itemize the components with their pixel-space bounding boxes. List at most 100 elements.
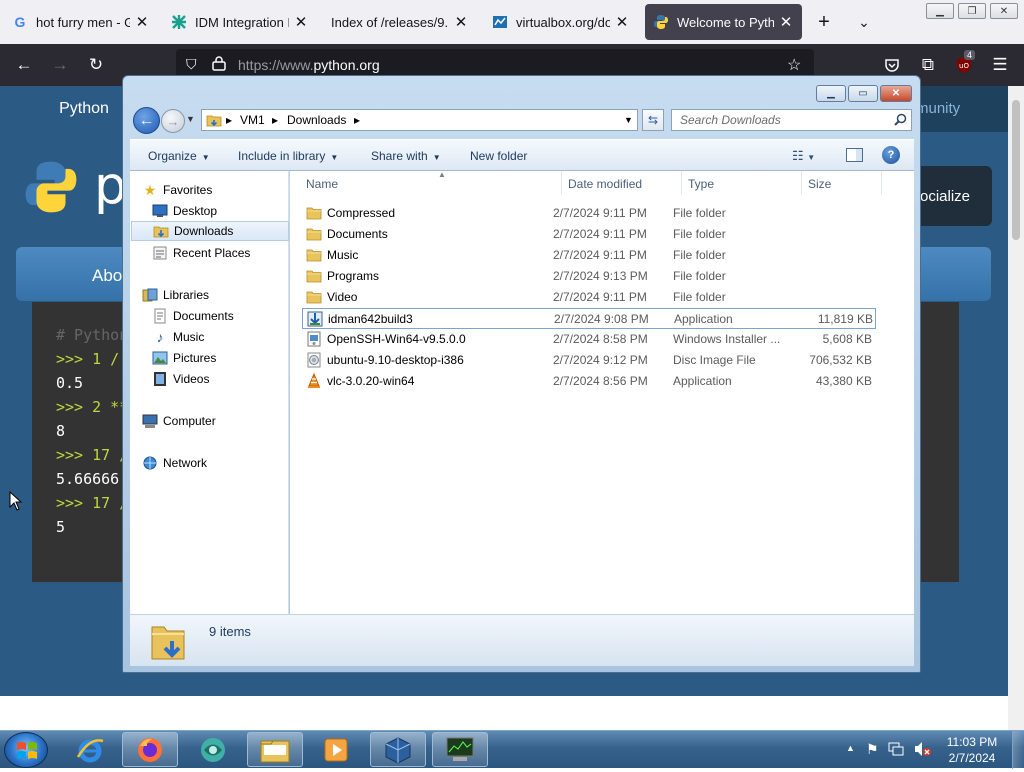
breadcrumb-vm1[interactable]: VM1 bbox=[240, 113, 265, 127]
column-header-size[interactable]: Size bbox=[802, 171, 882, 195]
column-header-name[interactable]: Name ▲ bbox=[300, 170, 562, 195]
back-button[interactable]: ← bbox=[12, 53, 36, 77]
file-row-compressed[interactable]: Compressed 2/7/2024 9:11 PM File folder bbox=[302, 203, 876, 224]
shield-icon[interactable]: ⛉ bbox=[186, 56, 197, 73]
file-row-openssh[interactable]: OpenSSH-Win64-v9.5.0.0 2/7/2024 8:58 PM … bbox=[302, 329, 876, 350]
python-logo-icon[interactable] bbox=[22, 158, 80, 219]
include-in-library-button[interactable]: Include in library ▼ bbox=[238, 149, 338, 163]
file-row-video[interactable]: Video 2/7/2024 9:11 PM File folder bbox=[302, 287, 876, 308]
file-row-idman[interactable]: idman642build3 2/7/2024 9:08 PM Applicat… bbox=[302, 308, 876, 329]
refresh-icon[interactable]: ⇆ bbox=[642, 109, 664, 131]
internet-explorer-icon[interactable] bbox=[62, 732, 118, 767]
share-with-label: Share with bbox=[371, 149, 428, 163]
close-icon[interactable]: ✕ bbox=[614, 14, 630, 31]
close-icon[interactable]: ✕ bbox=[134, 14, 150, 31]
close-icon[interactable]: ✕ bbox=[778, 14, 794, 31]
nav-pictures[interactable]: Pictures bbox=[152, 348, 310, 368]
show-hidden-icons-button[interactable]: ▲ bbox=[846, 743, 855, 753]
media-player-icon[interactable] bbox=[308, 732, 364, 767]
nav-computer[interactable]: Computer bbox=[142, 411, 300, 431]
firefox-icon[interactable] bbox=[122, 732, 178, 767]
nav-desktop[interactable]: Desktop bbox=[152, 201, 310, 221]
breadcrumb-separator[interactable]: ▸ bbox=[272, 113, 278, 127]
extensions-puzzle-icon[interactable]: ⧉ bbox=[916, 53, 940, 77]
nav-network[interactable]: Network bbox=[142, 453, 300, 473]
list-all-tabs-button[interactable]: ⌄ bbox=[852, 10, 876, 34]
new-folder-button[interactable]: New folder bbox=[470, 149, 527, 163]
share-with-button[interactable]: Share with ▼ bbox=[371, 149, 441, 163]
page-scrollbar[interactable] bbox=[1008, 86, 1024, 730]
nav-recent-places[interactable]: Recent Places bbox=[152, 243, 310, 263]
clock-date[interactable]: 2/7/2024 bbox=[942, 751, 1002, 765]
virtualbox-icon[interactable] bbox=[370, 732, 426, 767]
explorer-forward-button[interactable]: → bbox=[161, 109, 185, 133]
nav-community[interactable]: munity bbox=[916, 100, 960, 117]
volume-muted-icon[interactable] bbox=[914, 741, 932, 760]
column-header-type[interactable]: Type bbox=[682, 171, 802, 195]
sort-ascending-icon: ▲ bbox=[438, 170, 446, 179]
clock-time[interactable]: 11:03 PM bbox=[942, 735, 1002, 749]
shell-line: >>> 17 / bbox=[56, 494, 129, 512]
nav-libraries[interactable]: Libraries bbox=[142, 285, 300, 305]
file-row-documents[interactable]: Documents 2/7/2024 9:11 PM File folder bbox=[302, 224, 876, 245]
file-name: Documents bbox=[327, 227, 388, 241]
nav-downloads[interactable]: Downloads bbox=[131, 221, 289, 241]
tab-releases-index[interactable]: Index of /releases/9.10 ✕ bbox=[323, 4, 477, 40]
file-type: Application bbox=[673, 374, 732, 388]
breadcrumb-separator[interactable]: ▸ bbox=[226, 113, 232, 127]
explorer-address-bar[interactable]: ▸ VM1 ▸ Downloads ▸ ▼ bbox=[201, 109, 638, 131]
browser-close-button[interactable]: ✕ bbox=[990, 3, 1018, 19]
organize-button[interactable]: Organize ▼ bbox=[148, 149, 210, 163]
new-tab-button[interactable]: + bbox=[812, 10, 836, 34]
show-desktop-button[interactable] bbox=[1012, 731, 1024, 769]
task-manager-icon[interactable] bbox=[432, 732, 488, 767]
explorer-maximize-button[interactable]: ▭ bbox=[848, 85, 878, 102]
explorer-minimize-button[interactable]: ▁ bbox=[816, 85, 846, 102]
browser-restore-button[interactable]: ❐ bbox=[958, 3, 986, 19]
nav-music[interactable]: ♪ Music bbox=[152, 327, 310, 347]
nav-videos[interactable]: Videos bbox=[152, 369, 310, 389]
url-domain: python.org bbox=[313, 57, 380, 73]
windows-explorer-icon[interactable] bbox=[247, 732, 303, 767]
start-button[interactable] bbox=[4, 732, 48, 768]
menu-about[interactable]: Abo bbox=[92, 266, 122, 286]
address-history-dropdown[interactable]: ▼ bbox=[624, 115, 633, 125]
close-icon[interactable]: ✕ bbox=[293, 14, 309, 31]
nav-favorites[interactable]: ★ Favorites bbox=[142, 180, 300, 200]
recent-pages-dropdown[interactable]: ▼ bbox=[186, 114, 195, 124]
scrollbar-thumb[interactable] bbox=[1012, 100, 1020, 240]
ublock-origin-icon[interactable]: uO 4 bbox=[952, 50, 976, 77]
tab-google[interactable]: G hot furry men - Goo ✕ bbox=[4, 4, 158, 40]
nav-label: Recent Places bbox=[173, 246, 251, 260]
tab-virtualbox[interactable]: virtualbox.org/dow ✕ bbox=[484, 4, 638, 40]
pocket-icon[interactable] bbox=[880, 53, 904, 77]
nav-documents[interactable]: Documents bbox=[152, 306, 310, 326]
bookmark-star-icon[interactable]: ☆ bbox=[787, 55, 801, 75]
change-view-button[interactable]: ☷ ▼ bbox=[792, 148, 815, 164]
lock-icon[interactable] bbox=[212, 55, 226, 74]
search-icon[interactable] bbox=[894, 113, 907, 129]
reload-button[interactable]: ↻ bbox=[84, 53, 108, 77]
breadcrumb-downloads[interactable]: Downloads bbox=[287, 113, 346, 127]
tab-idm-integration[interactable]: IDM Integration Mo ✕ bbox=[163, 4, 317, 40]
file-row-music[interactable]: Music 2/7/2024 9:11 PM File folder bbox=[302, 245, 876, 266]
network-status-icon[interactable] bbox=[888, 741, 904, 760]
explorer-back-button[interactable]: ← bbox=[133, 107, 160, 134]
forward-button[interactable]: → bbox=[48, 53, 72, 77]
file-row-vlc[interactable]: vlc-3.0.20-win64 2/7/2024 8:56 PM Applic… bbox=[302, 371, 876, 392]
breadcrumb-separator[interactable]: ▸ bbox=[354, 113, 360, 127]
action-center-flag-icon[interactable]: ⚑ bbox=[866, 741, 879, 758]
help-icon[interactable]: ? bbox=[882, 146, 900, 164]
explorer-close-button[interactable]: ✕ bbox=[880, 85, 912, 102]
tab-python-active[interactable]: Welcome to Python ✕ bbox=[645, 4, 802, 40]
column-header-date-modified[interactable]: Date modified bbox=[562, 171, 682, 195]
file-row-programs[interactable]: Programs 2/7/2024 9:13 PM File folder bbox=[302, 266, 876, 287]
search-input[interactable]: Search Downloads bbox=[671, 109, 912, 131]
msys-icon[interactable] bbox=[185, 732, 241, 767]
close-icon[interactable]: ✕ bbox=[453, 14, 469, 31]
hamburger-menu-icon[interactable]: ☰ bbox=[988, 53, 1012, 77]
browser-minimize-button[interactable]: ▁ bbox=[926, 3, 954, 19]
network-icon bbox=[142, 455, 158, 471]
file-row-ubuntu[interactable]: ubuntu-9.10-desktop-i386 2/7/2024 9:12 P… bbox=[302, 350, 876, 371]
preview-pane-icon[interactable] bbox=[846, 148, 863, 162]
